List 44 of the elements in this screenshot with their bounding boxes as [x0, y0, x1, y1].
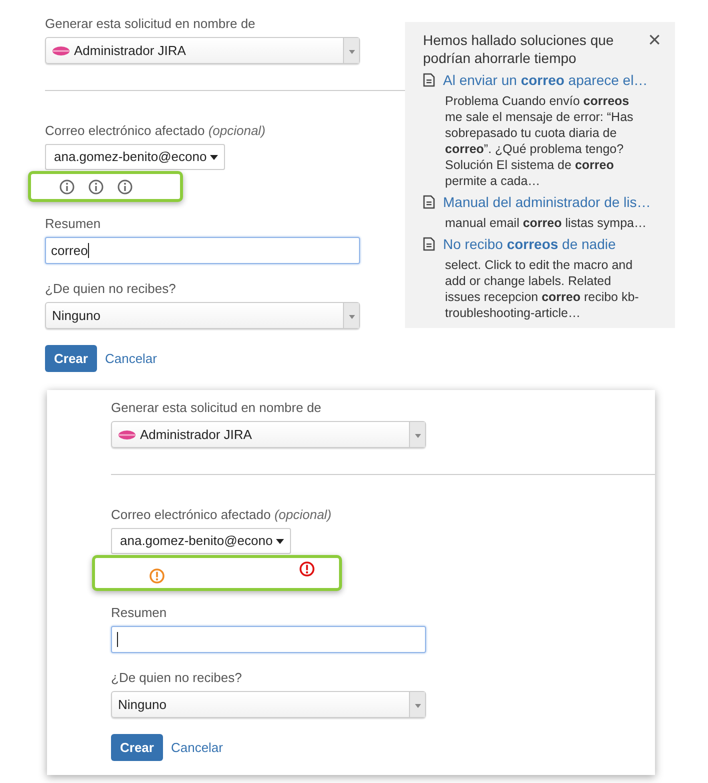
- avatar-icon: [118, 430, 136, 440]
- field-label: Correo electrónico afectado (opcional): [45, 123, 266, 139]
- field-label: Resumen: [45, 216, 102, 232]
- avatar-icon: [52, 46, 70, 56]
- sender-select[interactable]: Ninguno: [111, 691, 426, 718]
- suggestions-title: Hemos hallado soluciones que podrían ahorrarle tiempo: [423, 31, 615, 67]
- field-label: Generar esta solicitud en nombre de: [111, 400, 322, 416]
- user-select[interactable]: Administrador JIRA: [45, 37, 360, 64]
- sender-select[interactable]: Ninguno: [45, 302, 360, 329]
- warning-icon: [149, 568, 165, 584]
- email-select[interactable]: ana.gomez-benito@econo: [45, 144, 225, 170]
- create-button[interactable]: Crear: [111, 734, 163, 761]
- caret-icon: [210, 153, 218, 161]
- field-label: Generar esta solicitud en nombre de: [45, 16, 256, 32]
- article-snippet: select. Click to edit the macro and add or change labels. Related issues recepcion correo recibo kb-troubleshooting-article…: [445, 257, 640, 321]
- summary-field[interactable]: [111, 626, 426, 653]
- article-snippet: manual email correo listas sympa…: [445, 215, 648, 231]
- document-icon: [423, 73, 435, 87]
- select-value: Administrador JIRA: [74, 42, 186, 60]
- info-icon: [88, 178, 104, 194]
- select-value: Ninguno: [52, 306, 100, 325]
- article-link[interactable]: Manual del administrador de lis…: [443, 193, 651, 211]
- document-icon: [423, 237, 435, 251]
- cancel-link[interactable]: Cancelar: [170, 738, 223, 758]
- field-label: ¿De quien no recibes?: [45, 281, 177, 297]
- close-button[interactable]: ×: [648, 31, 661, 49]
- field-label: Resumen: [111, 605, 168, 621]
- create-button[interactable]: Crear: [45, 345, 97, 372]
- select-value: Administrador JIRA: [140, 426, 252, 444]
- error-icon: [299, 561, 315, 577]
- caret-icon: [276, 537, 284, 545]
- select-value: Ninguno: [118, 696, 166, 714]
- field-label: ¿De quien no recibes?: [111, 670, 243, 686]
- article-snippet: Problema Cuando envío correos me sale el mensaje de error: “Has sobrepasado tu cuota diaria de correo”. ¿Qué problema tengo? Solución El sistema de correo permite a cada…: [445, 93, 634, 189]
- document-icon: [423, 195, 435, 209]
- field-label: Correo electrónico afectado (opcional): [111, 507, 332, 523]
- user-select[interactable]: Administrador JIRA: [111, 421, 426, 448]
- article-link[interactable]: No recibo correos de nadie: [443, 235, 616, 253]
- info-icon: [117, 178, 133, 194]
- info-icon: [59, 178, 75, 194]
- summary-field[interactable]: correo: [45, 237, 360, 264]
- email-select[interactable]: ana.gomez-benito@econo: [111, 528, 291, 554]
- cancel-link[interactable]: Cancelar: [104, 348, 157, 368]
- article-link[interactable]: Al enviar un correo aparece el…: [443, 71, 648, 89]
